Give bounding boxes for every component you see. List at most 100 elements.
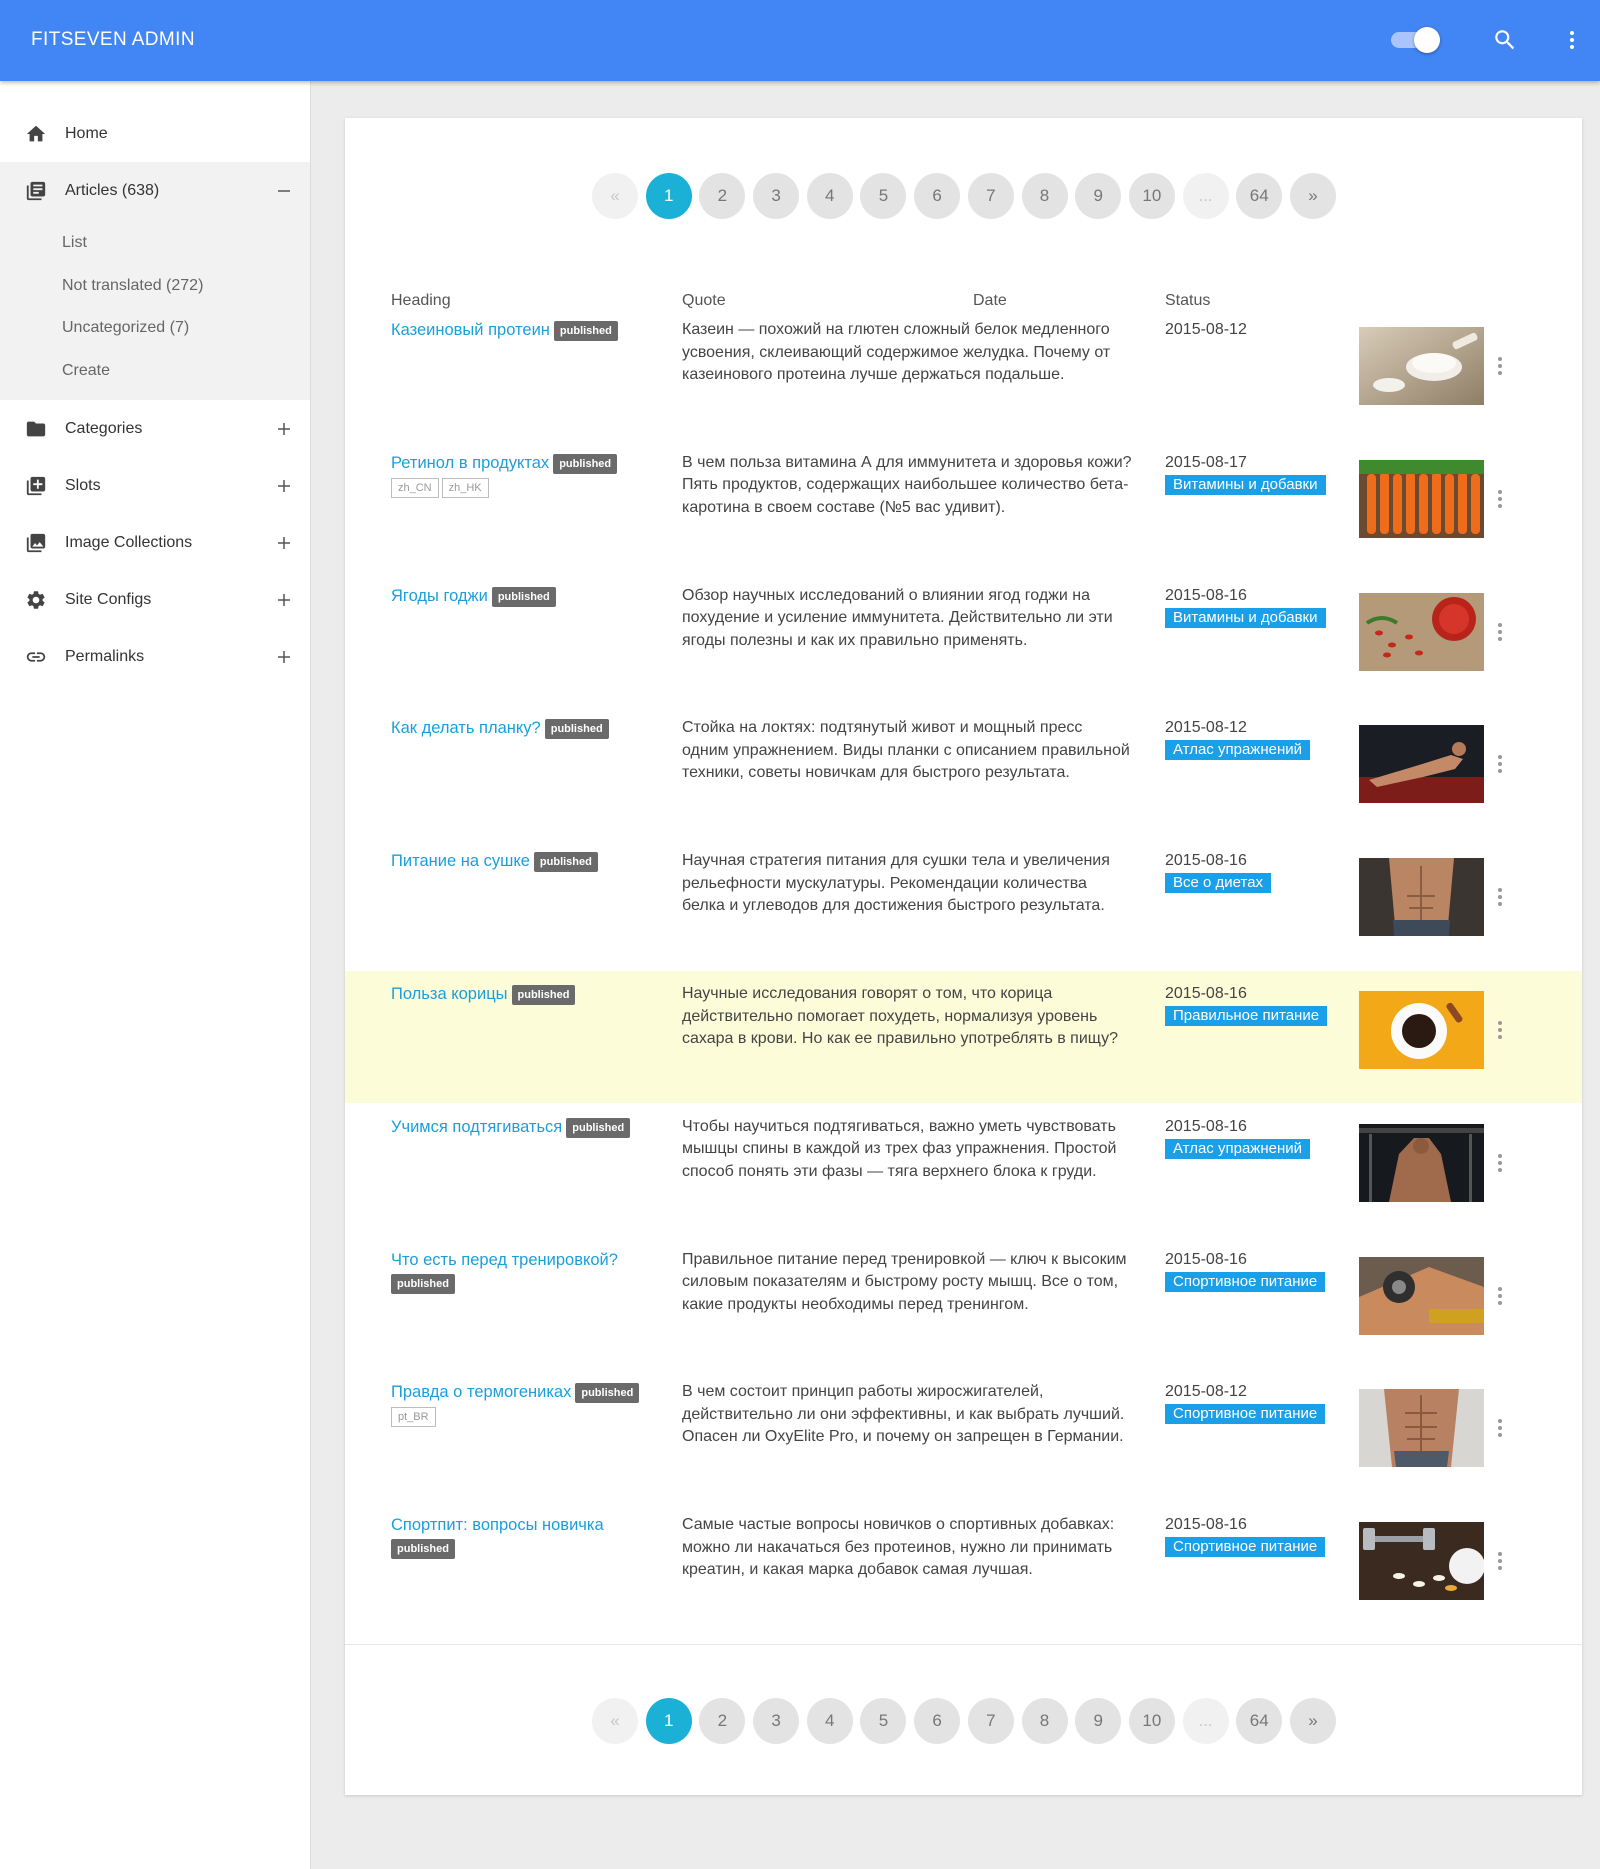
collapse-icon[interactable] xyxy=(272,179,296,203)
page-button[interactable]: 9 xyxy=(1075,173,1122,219)
page-button[interactable]: 4 xyxy=(806,1698,853,1744)
article-thumbnail[interactable] xyxy=(1359,991,1484,1069)
article-thumbnail[interactable] xyxy=(1359,725,1484,804)
page-button[interactable]: 10 xyxy=(1128,1698,1175,1744)
expand-icon[interactable] xyxy=(272,645,296,669)
table-row[interactable]: Учимся подтягиваться published Чтобы научи… xyxy=(345,1104,1582,1236)
more-vert-icon[interactable] xyxy=(1495,1546,1505,1576)
locale-tag[interactable]: zh_HK xyxy=(441,477,489,498)
page-button[interactable]: 6 xyxy=(914,1698,961,1744)
page-button[interactable]: 8 xyxy=(1021,173,1068,219)
theme-toggle[interactable] xyxy=(1391,27,1440,53)
article-thumbnail[interactable] xyxy=(1359,1123,1484,1202)
article-thumbnail[interactable] xyxy=(1359,592,1484,671)
page-button[interactable]: 3 xyxy=(753,173,800,219)
page-button-last[interactable]: 64 xyxy=(1236,1698,1283,1744)
page-button-last[interactable]: 64 xyxy=(1236,173,1283,219)
more-vert-icon[interactable] xyxy=(1495,351,1505,381)
category-badge[interactable]: Атлас упражнений xyxy=(1165,1138,1310,1159)
category-badge[interactable]: Спортивное питание xyxy=(1165,1537,1326,1558)
page-button[interactable]: 10 xyxy=(1128,173,1175,219)
article-title-link[interactable]: Что есть перед тренировкой? xyxy=(391,1251,618,1269)
article-title-link[interactable]: Как делать планку? xyxy=(391,719,541,737)
table-row[interactable]: Спортпит: вопросы новичка published Самые … xyxy=(345,1502,1582,1634)
subnav-item-uncategorized[interactable]: Uncategorized (7) xyxy=(0,307,310,350)
page-button[interactable]: 7 xyxy=(967,1698,1014,1744)
category-badge[interactable]: Атлас упражнений xyxy=(1165,740,1310,761)
table-row[interactable]: Польза корицы published Научные исследован… xyxy=(345,971,1582,1103)
locale-tags: pt_BR xyxy=(391,1406,661,1428)
more-vert-icon[interactable] xyxy=(1495,1148,1505,1178)
locale-tag[interactable]: zh_CN xyxy=(391,477,439,498)
category-badge[interactable]: Спортивное питание xyxy=(1165,1404,1326,1425)
page-button[interactable]: 1 xyxy=(645,173,692,219)
sidebar-item-permalinks[interactable]: Permalinks xyxy=(0,628,310,685)
article-title-link[interactable]: Учимся подтягиваться xyxy=(391,1118,562,1136)
page-button[interactable]: 1 xyxy=(645,1698,692,1744)
expand-icon[interactable] xyxy=(272,531,296,555)
table-row[interactable]: Правда о термогениках published pt_BR В чем… xyxy=(345,1369,1582,1501)
subnav-item-create[interactable]: Create xyxy=(0,350,310,393)
sidebar-item-articles[interactable]: Articles (638) xyxy=(0,162,310,219)
more-vert-icon[interactable] xyxy=(1495,617,1505,647)
expand-icon[interactable] xyxy=(272,588,296,612)
page-prev-button[interactable]: « xyxy=(592,173,638,219)
search-icon[interactable] xyxy=(1489,24,1521,56)
subnav-item-not-translated[interactable]: Not translated (272) xyxy=(0,265,310,308)
article-title-link[interactable]: Ретинол в продуктах xyxy=(391,454,549,472)
category-badge[interactable]: Спортивное питание xyxy=(1165,1271,1326,1292)
page-prev-button[interactable]: « xyxy=(592,1698,638,1744)
expand-icon[interactable] xyxy=(272,417,296,441)
table-row[interactable]: Ретинол в продуктах published zh_CN zh_HK В … xyxy=(345,440,1582,572)
page-button[interactable]: 6 xyxy=(914,173,961,219)
article-thumbnail[interactable] xyxy=(1359,327,1484,405)
category-badge[interactable]: Все о диетах xyxy=(1165,873,1272,894)
more-vert-icon[interactable] xyxy=(1495,1413,1505,1443)
page-button[interactable]: 5 xyxy=(860,1698,907,1744)
sidebar-item-slots[interactable]: Slots xyxy=(0,457,310,514)
page-button[interactable]: 8 xyxy=(1021,1698,1068,1744)
article-title-link[interactable]: Правда о термогениках xyxy=(391,1383,571,1401)
sidebar-item-categories[interactable]: Categories xyxy=(0,400,310,457)
more-vert-icon[interactable] xyxy=(1495,1281,1505,1311)
expand-icon[interactable] xyxy=(272,474,296,498)
article-thumbnail[interactable] xyxy=(1359,1389,1484,1468)
sidebar-item-image-collections[interactable]: Image Collections xyxy=(0,514,310,571)
page-button[interactable]: 4 xyxy=(806,173,853,219)
sidebar-item-home[interactable]: Home xyxy=(0,105,310,162)
table-row[interactable]: Казеиновый протеин published Казеин — похо… xyxy=(345,307,1582,439)
article-title-link[interactable]: Казеиновый протеин xyxy=(391,321,550,339)
page-next-button[interactable]: » xyxy=(1289,1698,1336,1744)
table-row[interactable]: Как делать планку? published Стойка на лок… xyxy=(345,705,1582,837)
table-row[interactable]: Ягоды годжи published Обзор научных исслед… xyxy=(345,573,1582,705)
article-title-link[interactable]: Питание на сушке xyxy=(391,852,530,870)
article-thumbnail[interactable] xyxy=(1359,1522,1484,1601)
category-badge[interactable]: Правильное питание xyxy=(1165,1006,1328,1026)
more-vert-icon[interactable] xyxy=(1495,1015,1505,1045)
quote-cell: В чем состоит принцип работы жиросжигате… xyxy=(682,1383,1125,1446)
sidebar-item-site-configs[interactable]: Site Configs xyxy=(0,571,310,628)
more-vert-icon[interactable] xyxy=(1495,749,1505,779)
page-button[interactable]: 5 xyxy=(860,173,907,219)
page-button[interactable]: 7 xyxy=(967,173,1014,219)
subnav-item-list[interactable]: List xyxy=(0,222,310,265)
article-thumbnail[interactable] xyxy=(1359,1256,1484,1335)
more-vert-icon[interactable] xyxy=(1495,882,1505,912)
more-vert-icon[interactable] xyxy=(1556,24,1588,56)
locale-tag[interactable]: pt_BR xyxy=(391,1407,436,1428)
article-thumbnail[interactable] xyxy=(1359,858,1484,937)
table-row[interactable]: Что есть перед тренировкой? published Прав… xyxy=(345,1237,1582,1369)
page-button[interactable]: 9 xyxy=(1075,1698,1122,1744)
more-vert-icon[interactable] xyxy=(1495,484,1505,514)
table-row[interactable]: Питание на сушке published Научная стратег… xyxy=(345,838,1582,970)
page-button[interactable]: 3 xyxy=(753,1698,800,1744)
category-badge[interactable]: Витамины и добавки xyxy=(1165,607,1326,628)
page-next-button[interactable]: » xyxy=(1289,173,1336,219)
article-title-link[interactable]: Ягоды годжи xyxy=(391,587,488,605)
page-button[interactable]: 2 xyxy=(699,173,746,219)
article-thumbnail[interactable] xyxy=(1359,459,1484,538)
category-badge[interactable]: Витамины и добавки xyxy=(1165,474,1326,495)
article-title-link[interactable]: Польза корицы xyxy=(391,985,508,1003)
article-title-link[interactable]: Спортпит: вопросы новичка xyxy=(391,1516,604,1534)
page-button[interactable]: 2 xyxy=(699,1698,746,1744)
